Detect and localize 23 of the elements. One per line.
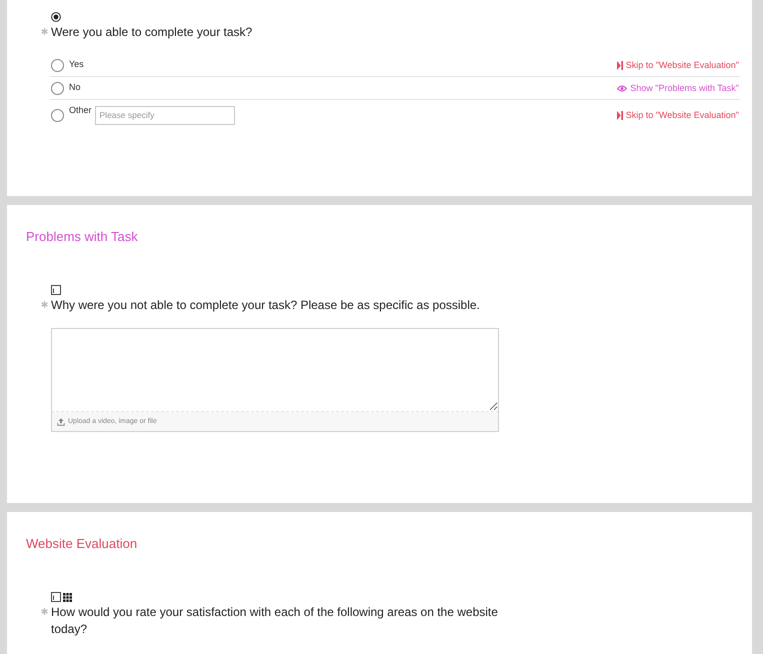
input-field[interactable]: Please specify — [94, 106, 235, 124]
option-label: Yes — [69, 59, 84, 69]
text-box-icon — [51, 285, 61, 295]
question-text: Were you able to complete your task? — [51, 24, 252, 41]
option-label: Other — [69, 105, 92, 115]
question-text: Why were you not able to complete your task? Please be as specific as possible. — [51, 297, 480, 314]
radio-button[interactable] — [51, 108, 64, 122]
skip-to-end-icon — [616, 110, 623, 120]
eye-icon — [617, 84, 628, 92]
upload-icon — [57, 418, 65, 426]
skip-to-end-icon — [616, 60, 623, 70]
question-text: How would you rate your satisfaction with each of the following areas on the website today? — [51, 604, 499, 638]
grid-icon — [63, 592, 72, 602]
skip-logic-link[interactable]: Skip to "Website Evaluation" — [616, 60, 739, 70]
section-title: Website Evaluation — [26, 536, 138, 552]
radio-button[interactable] — [51, 82, 64, 94]
skip-logic-link[interactable]: Skip to "Website Evaluation" — [616, 110, 739, 120]
option-label: No — [69, 82, 81, 92]
text-box-icon — [51, 592, 61, 602]
display-logic-link[interactable]: Show "Problems with Task" — [617, 83, 739, 93]
radio-button[interactable] — [51, 58, 64, 72]
radio-icon — [51, 12, 61, 22]
section-title: Problems with Task — [26, 229, 138, 245]
